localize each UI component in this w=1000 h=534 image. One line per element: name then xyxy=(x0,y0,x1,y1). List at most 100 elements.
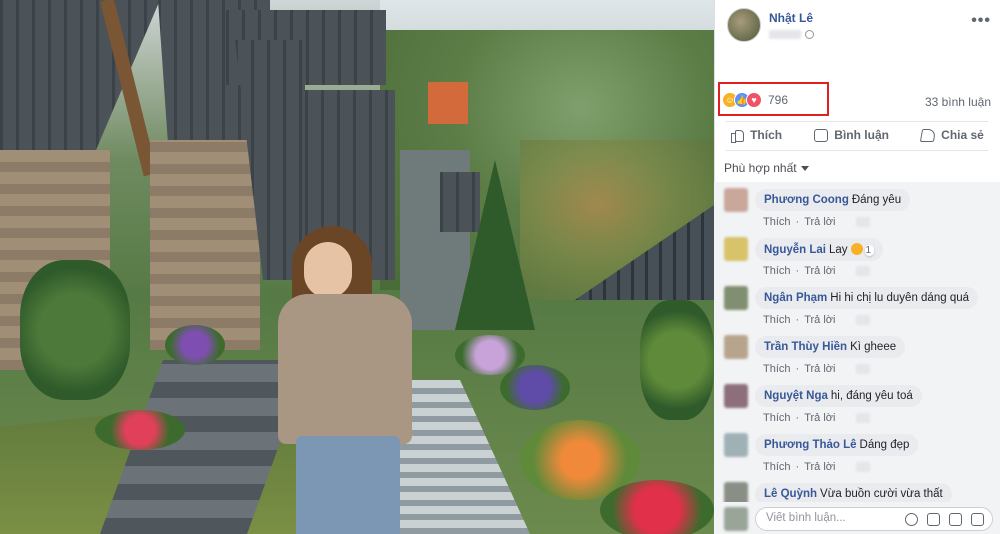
comment-composer xyxy=(714,502,1000,534)
like-button[interactable]: Thích xyxy=(730,128,783,143)
commenter-name[interactable]: Phương Thảo Lê xyxy=(764,439,857,451)
separator-dot: · xyxy=(795,314,800,326)
comment-bubble: Nguyễn Lai Lay 1 xyxy=(755,238,884,261)
comment-timestamp-blurred[interactable] xyxy=(856,364,871,374)
stone-wall xyxy=(150,140,260,350)
haha-emoji-icon xyxy=(850,243,863,255)
comment-reply-link[interactable]: Trả lời xyxy=(804,314,835,326)
share-label: Chia sẻ xyxy=(941,128,984,142)
commenter-avatar[interactable] xyxy=(724,188,748,212)
comment-bubble: Phương Thảo Lê Dáng đẹp xyxy=(755,434,919,456)
like-label: Thích xyxy=(750,128,783,142)
distant-building xyxy=(428,82,468,124)
comment-input[interactable] xyxy=(766,512,896,524)
emoji-icon[interactable] xyxy=(905,513,918,526)
commenter-name[interactable]: Ngân Phạm xyxy=(764,292,827,304)
comment-sort-dropdown[interactable]: Phù hợp nhất xyxy=(724,161,809,175)
comment-timestamp-blurred[interactable] xyxy=(856,315,871,325)
separator-dot: · xyxy=(795,265,800,277)
camera-icon[interactable] xyxy=(927,513,940,526)
comment-reply-link[interactable]: Trả lời xyxy=(804,265,835,277)
comment-actions: Thích · Trả lời xyxy=(763,265,871,277)
comment-item: Ngân Phạm Hi hi chị lu duyên dáng quá Thíc… xyxy=(714,280,1000,329)
commenter-name[interactable]: Phương Coong xyxy=(764,194,849,206)
separator-dot: · xyxy=(795,363,800,375)
comment-like-link[interactable]: Thích xyxy=(763,461,791,473)
comment-reaction-count[interactable]: 1 xyxy=(864,245,875,256)
comment-text: hi, đáng yêu toá xyxy=(830,390,913,402)
commenter-avatar[interactable] xyxy=(724,335,748,359)
comment-timestamp-blurred[interactable] xyxy=(856,266,871,276)
comment-bubble: Nguyệt Nga hi, đáng yêu toá xyxy=(755,385,922,407)
commenter-name[interactable]: Lê Quỳnh xyxy=(764,488,817,500)
flower-bed xyxy=(165,325,225,365)
commenter-avatar[interactable] xyxy=(724,433,748,457)
comment-reply-link[interactable]: Trả lời xyxy=(804,363,835,375)
commenter-avatar[interactable] xyxy=(724,286,748,310)
commenter-name[interactable]: Trần Thùy Hiền xyxy=(764,341,847,353)
author-avatar[interactable] xyxy=(727,8,761,42)
comment-like-link[interactable]: Thích xyxy=(763,314,791,326)
comment-actions: Thích · Trả lời xyxy=(763,412,871,424)
commenter-avatar[interactable] xyxy=(724,384,748,408)
comment-like-link[interactable]: Thích xyxy=(763,216,791,228)
thumbs-up-icon xyxy=(730,129,745,143)
flower-bed xyxy=(600,480,714,534)
comment-input-box[interactable] xyxy=(755,507,993,531)
comment-timestamp-blurred[interactable] xyxy=(856,462,871,472)
commenter-avatar[interactable] xyxy=(724,482,748,502)
comment-button[interactable]: Bình luận xyxy=(814,128,889,142)
comment-timestamp-blurred[interactable] xyxy=(856,217,871,227)
commenter-name[interactable]: Nguyễn Lai xyxy=(764,244,826,256)
comment-bubble: Ngân Phạm Hi hi chị lu duyên dáng quá xyxy=(755,287,979,309)
commenter-avatar[interactable] xyxy=(724,237,748,261)
more-options-icon[interactable]: ••• xyxy=(971,12,991,30)
comment-item: Nguyễn Lai Lay 1 Thích · Trả lời xyxy=(714,231,1000,280)
comment-reply-link[interactable]: Trả lời xyxy=(804,216,835,228)
divider xyxy=(726,150,988,151)
comment-item: Phương Thảo Lê Dáng đẹp Thích · Trả lời xyxy=(714,427,1000,476)
comment-like-link[interactable]: Thích xyxy=(763,265,791,277)
share-icon xyxy=(920,128,937,142)
comment-text: Vừa buồn cười vừa thất xyxy=(820,488,943,500)
comment-label: Bình luận xyxy=(834,128,889,142)
comment-item: Phương Coong Đáng yêu Thích · Trả lời xyxy=(714,182,1000,231)
person-sweater xyxy=(278,294,412,444)
flower-bed xyxy=(95,410,185,450)
flower-bed xyxy=(500,365,570,410)
leafy-plant xyxy=(640,300,714,420)
love-reaction-icon: ♥ xyxy=(746,92,762,108)
comment-text: Đáng yêu xyxy=(851,194,902,206)
post-timestamp-blurred[interactable] xyxy=(769,29,801,39)
post-photo[interactable] xyxy=(0,0,714,534)
comment-icon xyxy=(814,128,829,142)
share-button[interactable]: Chia sẻ xyxy=(920,128,984,142)
comment-timestamp-blurred[interactable] xyxy=(856,413,871,423)
sticker-icon[interactable] xyxy=(971,513,984,526)
commenter-name[interactable]: Nguyệt Nga xyxy=(764,390,828,402)
globe-icon[interactable] xyxy=(805,29,814,39)
separator-dot: · xyxy=(795,216,800,228)
comment-item: Trần Thùy Hiền Kì gheee Thích · Trả lời xyxy=(714,329,1000,378)
comment-reply-link[interactable]: Trả lời xyxy=(804,461,835,473)
caret-down-icon xyxy=(800,165,809,171)
separator-dot: · xyxy=(795,461,800,473)
comment-bubble: Phương Coong Đáng yêu xyxy=(755,189,911,211)
author-name[interactable]: Nhật Lê xyxy=(769,11,813,25)
post-header: Nhật Lê ••• xyxy=(727,8,997,44)
comments-list[interactable]: Phương Coong Đáng yêu Thích · Trả lời Nguyễn … xyxy=(714,182,1000,502)
reactions-summary[interactable]: ☺ 👍 ♥ 796 xyxy=(722,91,788,109)
gif-icon[interactable] xyxy=(949,513,962,526)
comment-reply-link[interactable]: Trả lời xyxy=(804,412,835,424)
comment-actions: Thích · Trả lời xyxy=(763,314,871,326)
reaction-count[interactable]: 796 xyxy=(768,93,788,107)
comment-item: Nguyệt Nga hi, đáng yêu toá Thích · Trả lời xyxy=(714,378,1000,427)
comment-bubble: Trần Thùy Hiền Kì gheee xyxy=(755,336,906,358)
comment-bubble: Lê Quỳnh Vừa buồn cười vừa thất xyxy=(755,483,952,502)
leafy-plant xyxy=(20,260,130,400)
separator-dot: · xyxy=(795,412,800,424)
comment-like-link[interactable]: Thích xyxy=(763,363,791,375)
comments-count[interactable]: 33 bình luận xyxy=(925,95,991,109)
post-actions: Thích Bình luận Chia sẻ xyxy=(714,122,1000,148)
comment-like-link[interactable]: Thích xyxy=(763,412,791,424)
